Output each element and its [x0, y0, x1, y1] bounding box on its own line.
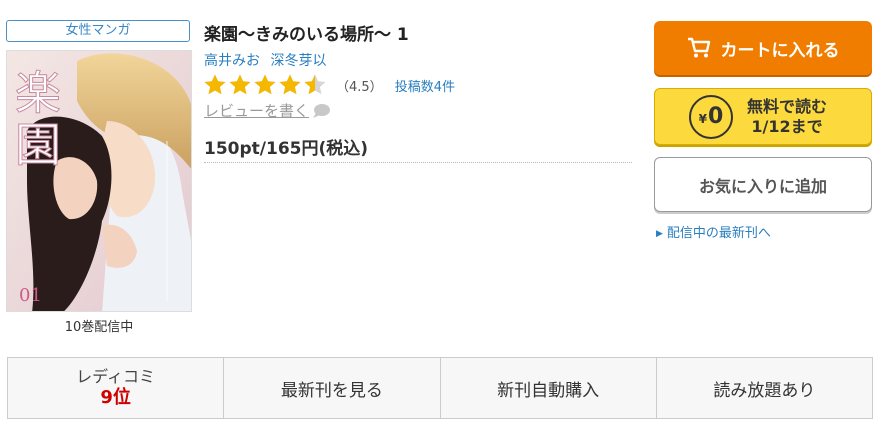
book-title: 楽園～きみのいる場所～ 1 — [204, 25, 409, 45]
write-review-link[interactable]: レビューを書く — [204, 100, 331, 121]
cart-icon — [687, 37, 710, 58]
cover-illustration: 楽 園 01 — [7, 51, 191, 311]
author-link[interactable]: 高井みお — [204, 53, 260, 69]
free-coin-value: 0 — [708, 104, 724, 129]
view-latest-button[interactable]: 最新刊を見る — [224, 358, 441, 418]
bottom-info-bar: レディコミ 9位 最新刊を見る 新刊自動購入 読み放題あり — [7, 357, 873, 419]
genre-badge[interactable]: 女性マンガ — [6, 20, 190, 42]
latest-volume-label: 配信中の最新刊へ — [666, 226, 771, 241]
rating-row: （4.5） 投稿数4件 — [203, 72, 455, 98]
latest-volume-link[interactable]: ▶ 配信中の最新刊へ — [656, 222, 771, 241]
read-free-period: 1/12まで — [751, 116, 823, 136]
volumes-available-caption: 10巻配信中 — [64, 320, 134, 335]
book-cover-image[interactable]: 楽 園 01 — [6, 50, 192, 312]
star-icon — [304, 74, 326, 95]
auto-purchase-button[interactable]: 新刊自動購入 — [441, 358, 657, 418]
unlimited-reading-button[interactable]: 読み放題あり — [657, 358, 872, 418]
read-free-label: 無料で読む — [746, 96, 827, 116]
cover-volume-number: 01 — [19, 285, 42, 306]
rating-value: （4.5） — [336, 79, 383, 95]
add-to-favorites-button[interactable]: お気に入りに追加 — [654, 157, 872, 212]
speech-bubble-icon — [313, 103, 331, 118]
divider — [204, 162, 632, 163]
yen-coin-icon: ¥0 — [688, 94, 733, 139]
author-link[interactable]: 深冬芽以 — [270, 53, 326, 69]
cover-title-glyph-2: 園 — [15, 118, 61, 172]
write-review-label: レビューを書く — [204, 102, 310, 120]
add-to-cart-button[interactable]: カートに入れる — [654, 21, 872, 75]
star-icon — [229, 74, 251, 95]
triangle-right-icon: ▶ — [656, 229, 663, 239]
ranking-position: 9位 — [100, 387, 131, 408]
add-to-cart-label: カートに入れる — [720, 40, 840, 61]
ranking-category: レディコミ — [76, 367, 156, 386]
review-count-link[interactable]: 投稿数4件 — [395, 76, 455, 95]
ranking-cell[interactable]: レディコミ 9位 — [8, 358, 225, 418]
star-icon — [254, 74, 276, 95]
star-icon — [279, 74, 301, 95]
author-list: 高井みお 深冬芽以 — [204, 50, 332, 70]
read-free-button[interactable]: ¥0 無料で読む 1/12まで — [654, 88, 872, 145]
star-icon — [204, 74, 226, 95]
read-free-text: 無料で読む 1/12まで — [747, 97, 827, 137]
price: 150pt/165円(税込) — [204, 139, 369, 159]
star-rating — [203, 73, 328, 97]
cover-title-glyph-1: 楽 — [15, 66, 61, 120]
